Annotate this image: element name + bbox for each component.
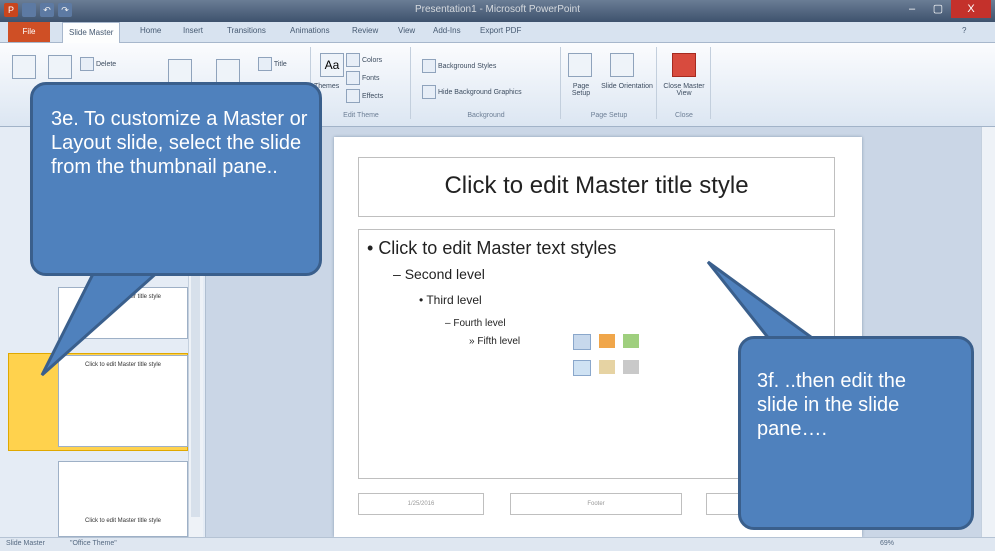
- right-callout-tail: [706, 260, 820, 342]
- left-callout-tail: [40, 268, 164, 377]
- left-callout-text: 3e. To customize a Master or Layout slid…: [51, 108, 308, 178]
- left-callout: 3e. To customize a Master or Layout slid…: [30, 82, 322, 276]
- right-callout: 3f. ..then edit the slide in the slide p…: [738, 336, 974, 530]
- right-callout-text: 3f. ..then edit the slide in the slide p…: [757, 370, 906, 440]
